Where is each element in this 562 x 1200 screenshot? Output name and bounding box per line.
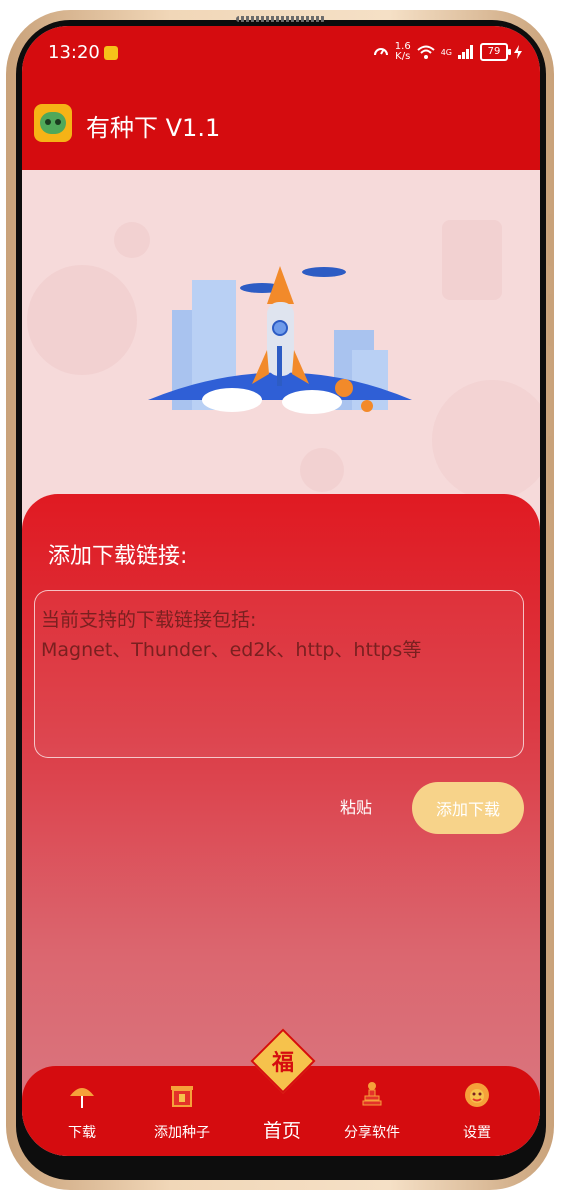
- input-placeholder: 当前支持的下载链接包括: Magnet、Thunder、ed2k、http、ht…: [41, 609, 422, 661]
- section-title: 添加下载链接:: [48, 544, 188, 569]
- rocket-illustration: [27, 220, 540, 500]
- volume-button: [548, 294, 553, 346]
- nav-share[interactable]: 分享软件: [327, 1080, 417, 1142]
- earpiece-speaker: [236, 16, 326, 22]
- nav-add-torrent-label: 添加种子: [154, 1125, 210, 1141]
- nav-share-label: 分享软件: [344, 1125, 400, 1141]
- add-download-label: 添加下载: [435, 800, 500, 819]
- status-right: 1.6 K/s 4G 79: [373, 42, 522, 62]
- nav-download-label: 下载: [68, 1125, 96, 1141]
- signal-icon: [458, 45, 473, 59]
- add-download-button[interactable]: 添加下载: [412, 782, 524, 834]
- speedometer-icon: [373, 48, 388, 56]
- screen: 13:20 1.6 K/s 4G 79 有种下 V1.1 添加下载链接: 当前支…: [22, 26, 540, 1156]
- volume-button: [548, 214, 553, 266]
- nav-settings-label: 设置: [463, 1125, 491, 1141]
- download-link-input[interactable]: 当前支持的下载链接包括: Magnet、Thunder、ed2k、http、ht…: [34, 590, 524, 758]
- status-bar: 13:20 1.6 K/s 4G 79: [22, 26, 540, 82]
- nav-add-torrent[interactable]: 添加种子: [137, 1080, 227, 1142]
- bottom-nav: 下载 添加种子 福 首页 分享软件 设置: [22, 1028, 540, 1156]
- wifi-icon: [417, 45, 435, 59]
- app-bar: 有种下 V1.1: [22, 102, 540, 152]
- app-title: 有种下 V1.1: [86, 114, 221, 142]
- status-time: 13:20: [48, 42, 100, 63]
- nav-settings[interactable]: 设置: [432, 1080, 522, 1142]
- nav-home-label[interactable]: 首页: [244, 1116, 320, 1143]
- fan-icon: [70, 1088, 94, 1108]
- firecracker-icon: [362, 1082, 382, 1106]
- fu-badge-text: 福: [271, 1050, 295, 1076]
- power-button: [548, 436, 553, 504]
- notification-icon: [104, 46, 118, 60]
- gate-icon: [171, 1086, 193, 1107]
- charging-icon: [514, 45, 522, 59]
- app-logo-icon: [34, 104, 72, 142]
- top-header: 13:20 1.6 K/s 4G 79 有种下 V1.1: [22, 26, 540, 170]
- network-speed: 1.6 K/s: [395, 42, 411, 62]
- lion-head-icon: [465, 1083, 489, 1107]
- nav-download[interactable]: 下载: [37, 1080, 127, 1142]
- network-type: 4G: [440, 47, 452, 57]
- speed-unit: K/s: [395, 51, 411, 62]
- battery-indicator: 79: [480, 43, 511, 61]
- paste-button[interactable]: 粘贴: [340, 794, 372, 818]
